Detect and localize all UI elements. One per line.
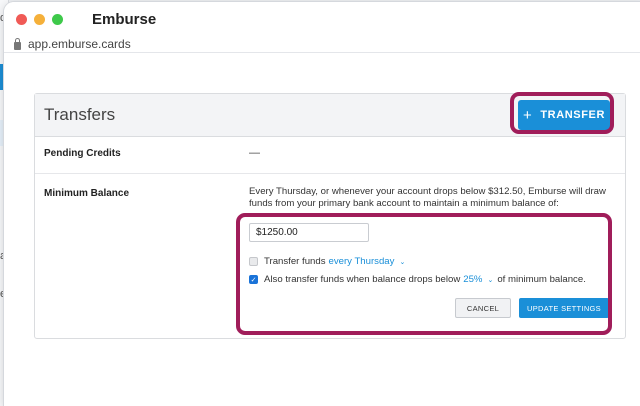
- pending-credits-label: Pending Credits: [44, 148, 121, 159]
- minimum-balance-row: Minimum Balance Every Thursday, or whene…: [35, 174, 625, 338]
- transfer-button[interactable]: + TRANSFER: [518, 100, 610, 130]
- transfer-button-label: TRANSFER: [540, 109, 606, 121]
- address-bar[interactable]: app.emburse.cards: [4, 36, 640, 52]
- lock-icon: [14, 37, 21, 50]
- minimum-balance-label: Minimum Balance: [44, 188, 130, 199]
- close-window-button[interactable]: [16, 13, 27, 25]
- title-bar: Emburse: [4, 2, 640, 36]
- minimum-balance-description: Every Thursday, or whenever your account…: [249, 186, 606, 209]
- window-title: Emburse: [92, 10, 157, 28]
- pending-credits-row: Pending Credits —: [35, 137, 625, 174]
- schedule-dropdown[interactable]: every Thursday: [329, 256, 395, 267]
- transfer-funds-checkbox[interactable]: [249, 257, 258, 266]
- transfer-funds-label: Transfer funds: [264, 256, 326, 267]
- also-transfer-label: Also transfer funds when balance drops b…: [264, 274, 461, 285]
- also-transfer-checkbox[interactable]: ✓: [249, 275, 258, 284]
- transfers-card: Transfers + TRANSFER Pending Credits — M…: [34, 93, 626, 339]
- card-title: Transfers: [44, 105, 116, 124]
- also-transfer-option: ✓ Also transfer funds when balance drops…: [249, 274, 586, 285]
- minimize-window-button[interactable]: [34, 13, 45, 25]
- also-transfer-suffix: of minimum balance.: [497, 274, 586, 285]
- pending-credits-value: —: [249, 147, 260, 159]
- plus-icon: +: [522, 106, 533, 124]
- url-text: app.emburse.cards: [28, 37, 131, 51]
- chevron-down-icon[interactable]: ⌄: [487, 276, 493, 284]
- update-settings-button[interactable]: UPDATE SETTINGS: [519, 298, 609, 318]
- chevron-down-icon[interactable]: ⌄: [399, 258, 405, 266]
- cancel-button[interactable]: CANCEL: [455, 298, 511, 318]
- browser-window: Emburse app.emburse.cards Transfers + TR…: [4, 2, 640, 406]
- card-header: Transfers + TRANSFER: [35, 94, 625, 137]
- zoom-window-button[interactable]: [52, 13, 63, 25]
- percent-dropdown[interactable]: 25%: [463, 274, 482, 285]
- transfer-funds-option: Transfer funds every Thursday ⌄: [249, 256, 409, 267]
- minimum-balance-input[interactable]: [249, 223, 369, 242]
- page-content: Transfers + TRANSFER Pending Credits — M…: [4, 52, 640, 406]
